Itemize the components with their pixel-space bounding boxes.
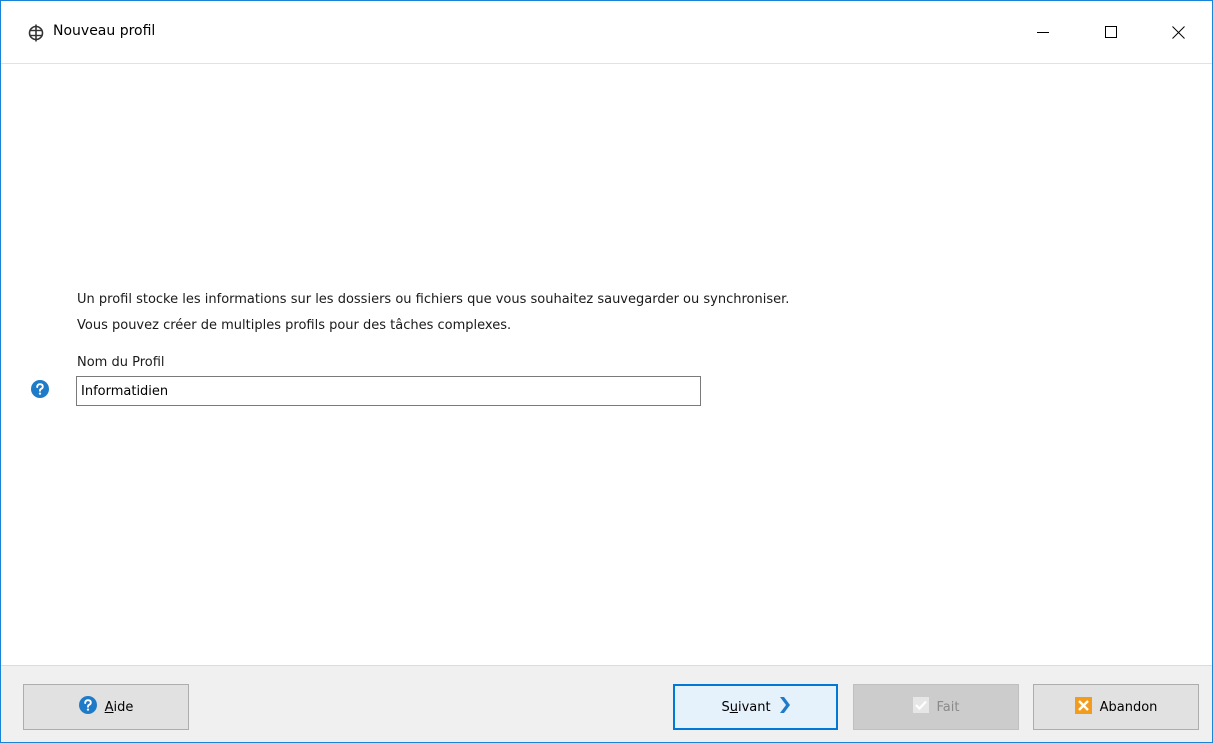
finish-button-label: Fait <box>936 699 960 715</box>
finish-button[interactable]: Fait <box>853 684 1019 730</box>
minimize-button[interactable] <box>1009 1 1077 63</box>
profile-name-label: Nom du Profil <box>77 355 165 370</box>
checkmark-icon <box>912 697 929 717</box>
maximize-button[interactable] <box>1077 1 1145 63</box>
cancel-button-label: Abandon <box>1099 699 1158 715</box>
question-circle-icon[interactable] <box>31 380 49 398</box>
close-button[interactable] <box>1144 1 1212 63</box>
maximize-icon <box>1105 26 1117 38</box>
cancel-button[interactable]: Abandon <box>1033 684 1199 730</box>
next-button-label: Suivant <box>721 699 771 715</box>
cancel-x-icon <box>1074 696 1092 718</box>
help-button-label: Aide <box>104 699 134 715</box>
chevron-right-icon <box>779 697 790 717</box>
next-button[interactable]: Suivant <box>673 684 838 730</box>
window-title: Nouveau profil <box>53 23 156 39</box>
minimize-icon <box>1037 26 1049 38</box>
wizard-content: Un profil stocke les informations sur le… <box>1 64 1212 665</box>
profile-name-input[interactable] <box>76 376 701 406</box>
question-circle-icon <box>78 696 97 718</box>
help-button[interactable]: Aide <box>23 684 189 730</box>
title-bar[interactable]: Nouveau profil <box>1 1 1212 64</box>
button-bar: Aide Suivant Fait Abandon <box>1 665 1212 742</box>
description-line-1: Un profil stocke les informations sur le… <box>77 292 790 307</box>
close-icon <box>1171 25 1185 39</box>
description-line-2: Vous pouvez créer de multiples profils p… <box>77 318 512 333</box>
new-profile-window: Nouveau profil Un profil stocke les info… <box>0 0 1213 743</box>
app-logo-icon <box>27 24 45 42</box>
